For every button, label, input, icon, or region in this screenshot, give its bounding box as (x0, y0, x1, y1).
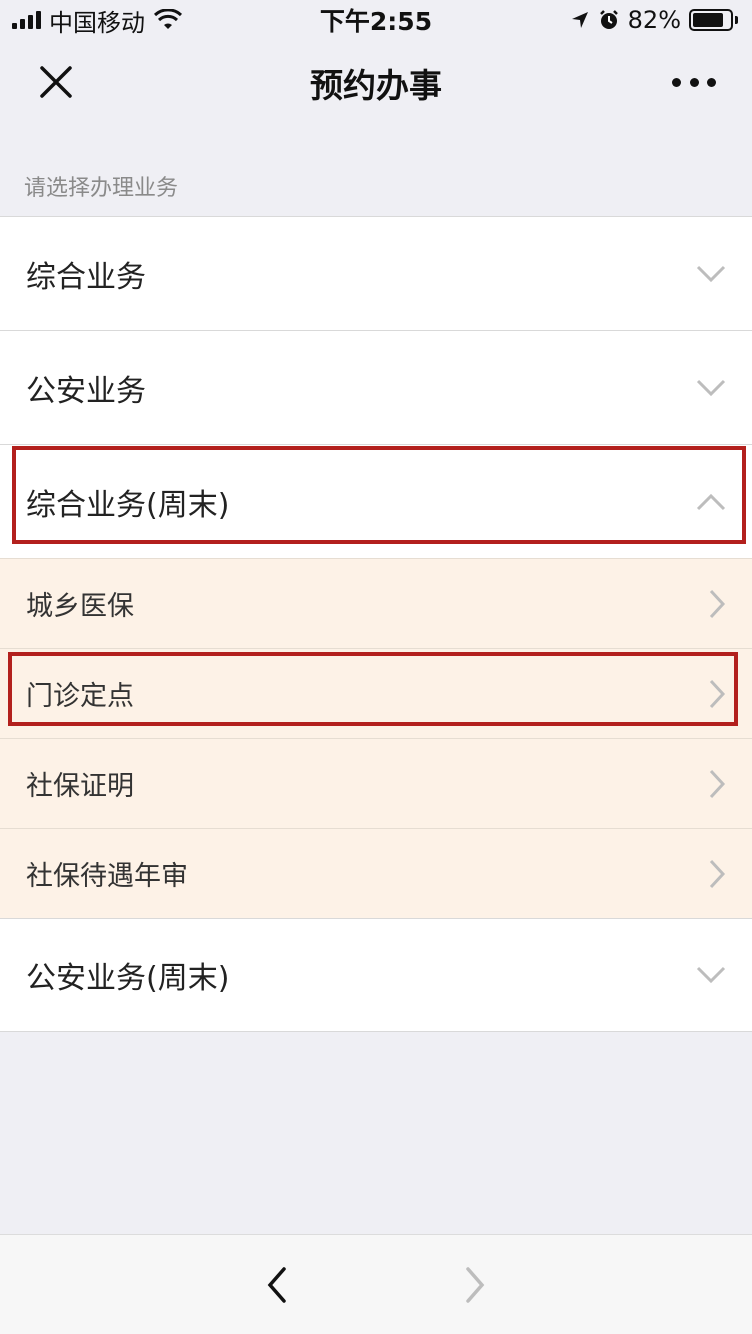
group-label: 综合业务 (26, 259, 146, 295)
sub-item-rural-insurance[interactable]: 城乡医保 (0, 558, 752, 648)
chevron-down-icon (696, 379, 726, 396)
page-title: 预约办事 (310, 66, 442, 105)
battery-icon (689, 9, 738, 31)
location-icon (571, 12, 588, 28)
forward-arrow-icon[interactable] (458, 1263, 492, 1307)
sub-item-annual-review[interactable]: 社保待遇年审 (0, 828, 752, 918)
close-icon[interactable] (36, 62, 76, 102)
alarm-icon (599, 10, 618, 29)
group-label: 公安业务 (26, 373, 146, 409)
chevron-up-icon (696, 493, 726, 510)
section-hint: 请选择办理业务 (24, 176, 179, 201)
sub-item-label: 城乡医保 (26, 591, 134, 622)
chevron-right-icon (709, 859, 726, 888)
status-right: 82% (570, 6, 738, 34)
chevron-right-icon (709, 679, 726, 708)
bottom-toolbar (0, 1234, 752, 1334)
chevron-right-icon (709, 589, 726, 618)
chevron-down-icon (696, 265, 726, 282)
carrier-label: 中国移动 (49, 8, 145, 37)
group-label: 综合业务(周末) (26, 487, 230, 523)
sub-item-outpatient[interactable]: 门诊定点 (0, 648, 752, 738)
chevron-down-icon (696, 966, 726, 984)
signal-icon (12, 11, 41, 29)
wifi-icon (153, 9, 183, 29)
status-left: 中国移动 (12, 3, 183, 38)
group-row-general[interactable]: 综合业务 (0, 216, 752, 330)
sub-item-social-security-proof[interactable]: 社保证明 (0, 738, 752, 828)
group-row-police[interactable]: 公安业务 (0, 330, 752, 444)
group-row-general-weekend[interactable]: 综合业务(周末) (0, 444, 752, 558)
sub-item-label: 社保待遇年审 (26, 861, 188, 892)
more-icon[interactable] (672, 70, 716, 94)
status-bar: 中国移动 下午2:55 82% (0, 0, 752, 40)
nav-bar: 预约办事 (0, 40, 752, 126)
back-arrow-icon[interactable] (260, 1263, 294, 1307)
sub-item-label: 社保证明 (26, 771, 134, 802)
battery-percent: 82% (627, 6, 681, 34)
group-label: 公安业务(周末) (26, 961, 230, 996)
chevron-right-icon (709, 769, 726, 798)
service-list: 综合业务 公安业务 综合业务(周末) 城乡医保 门诊定点 社保证明 社保待遇年审… (0, 216, 752, 1032)
group-row-police-weekend[interactable]: 公安业务(周末) (0, 918, 752, 1032)
sub-item-label: 门诊定点 (26, 681, 134, 712)
